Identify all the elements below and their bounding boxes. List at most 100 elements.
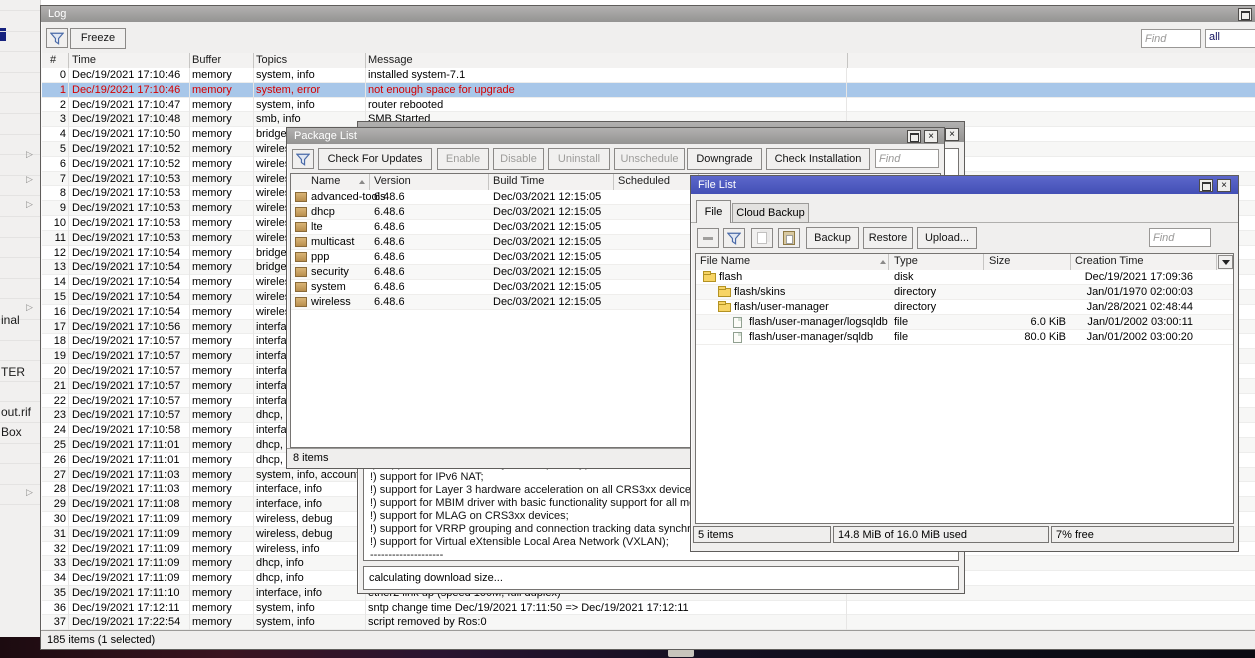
disable-button[interactable]: Disable — [493, 148, 544, 170]
column-header-topics[interactable]: Topics — [256, 54, 287, 66]
menu-item[interactable]: Box — [1, 425, 22, 439]
log-cell-time: Dec/19/2021 17:10:58 — [72, 423, 180, 437]
check-installation-button[interactable]: Check Installation — [766, 148, 870, 170]
column-header-message[interactable]: Message — [368, 54, 413, 66]
menu-item[interactable]: inal — [1, 313, 20, 327]
log-row[interactable]: 37Dec/19/2021 17:22:54memorysystem, info… — [42, 615, 1255, 630]
package-filter-button[interactable] — [292, 149, 314, 169]
column-header-type[interactable]: Type — [894, 255, 918, 267]
submenu-arrow-icon: ▷ — [26, 150, 33, 159]
column-header-scheduled[interactable]: Scheduled — [618, 175, 670, 187]
log-cell-time: Dec/19/2021 17:11:01 — [72, 453, 179, 467]
close-icon[interactable]: × — [945, 128, 959, 141]
package-box-icon — [295, 252, 307, 262]
log-cell-num: 15 — [44, 290, 66, 304]
column-header-version[interactable]: Version — [374, 175, 411, 187]
menu-separator — [0, 278, 40, 279]
file-find-input[interactable] — [1149, 228, 1211, 247]
tab-cloud-backup[interactable]: Cloud Backup — [732, 203, 809, 223]
package-buildtime: Dec/03/2021 12:15:05 — [493, 190, 601, 204]
log-cell-buffer: memory — [192, 320, 232, 334]
menu-item[interactable]: TER — [1, 365, 25, 379]
log-cell-buffer: memory — [192, 468, 232, 482]
column-header-name[interactable]: Name — [311, 175, 340, 187]
log-cell-num: 7 — [44, 172, 66, 186]
log-row[interactable]: 0Dec/19/2021 17:10:46memorysystem, infoi… — [42, 68, 1255, 83]
changelog-line: !) support for MLAG on CRS3xx devices; — [370, 510, 569, 522]
copy-button[interactable] — [751, 228, 773, 248]
package-box-icon — [295, 267, 307, 277]
restore-button[interactable]: Restore — [863, 227, 913, 249]
log-cell-buffer: memory — [192, 527, 232, 541]
log-titlebar[interactable]: Log — [41, 6, 1255, 22]
backup-button[interactable]: Backup — [806, 227, 859, 249]
file-name: flash/skins — [734, 285, 785, 299]
file-row[interactable]: flash/user-manager/logsqldbfile6.0 KiBJa… — [696, 315, 1233, 330]
menu-separator — [0, 298, 40, 299]
file-titlebar[interactable]: File List × — [691, 176, 1238, 194]
upload-button[interactable]: Upload... — [917, 227, 977, 249]
package-version: 6.48.6 — [374, 190, 405, 204]
column-header-num[interactable]: # — [50, 54, 56, 66]
log-cell-time: Dec/19/2021 17:10:53 — [72, 216, 180, 230]
submenu-arrow-icon: ▷ — [26, 488, 33, 497]
dock-item[interactable] — [668, 649, 694, 657]
column-header-buildtime[interactable]: Build Time — [493, 175, 544, 187]
package-titlebar[interactable]: Package List × — [287, 128, 944, 144]
package-buildtime: Dec/03/2021 12:15:05 — [493, 265, 601, 279]
delete-button[interactable] — [697, 228, 719, 248]
log-cell-topics: system, error — [256, 83, 320, 97]
log-cell-num: 0 — [44, 68, 66, 82]
close-icon[interactable]: × — [1217, 179, 1231, 192]
package-find-input[interactable] — [875, 149, 939, 168]
menu-item[interactable]: out.rif — [1, 405, 31, 419]
log-row[interactable]: 36Dec/19/2021 17:12:11memorysystem, info… — [42, 601, 1255, 616]
column-header-buffer[interactable]: Buffer — [192, 54, 221, 66]
menu-separator — [0, 10, 40, 11]
uninstall-button[interactable]: Uninstall — [548, 148, 610, 170]
file-row[interactable]: flash/skinsdirectoryJan/01/1970 02:00:03 — [696, 285, 1233, 300]
column-header-filename[interactable]: File Name — [700, 255, 750, 267]
column-select-button[interactable] — [1218, 255, 1233, 269]
unschedule-button[interactable]: Unschedule — [614, 148, 685, 170]
log-cell-topics: wireless, info — [256, 542, 320, 556]
file-table: File Name Type Size Creation Time flashd… — [695, 253, 1234, 524]
log-cell-buffer: memory — [192, 615, 232, 629]
package-buildtime: Dec/03/2021 12:15:05 — [493, 250, 601, 264]
package-version: 6.48.6 — [374, 220, 405, 234]
downgrade-button[interactable]: Downgrade — [687, 148, 762, 170]
file-row[interactable]: flash/user-managerdirectoryJan/28/2021 0… — [696, 300, 1233, 315]
restore-icon[interactable] — [1238, 8, 1252, 21]
package-name: lte — [311, 220, 323, 234]
log-filter-button[interactable] — [46, 28, 68, 48]
log-cell-num: 13 — [44, 260, 66, 274]
close-icon[interactable]: × — [924, 130, 938, 143]
freeze-button[interactable]: Freeze — [70, 28, 126, 49]
file-filter-button[interactable] — [723, 228, 745, 248]
maximize-icon[interactable] — [1199, 179, 1213, 192]
file-type: file — [894, 315, 908, 329]
log-find-input[interactable] — [1141, 29, 1201, 48]
menu-separator — [0, 401, 40, 402]
submenu-arrow-icon: ▷ — [26, 200, 33, 209]
log-cell-time: Dec/19/2021 17:11:09 — [72, 512, 179, 526]
log-scope-select[interactable]: all — [1205, 29, 1255, 48]
log-row[interactable]: 1Dec/19/2021 17:10:46memorysystem, error… — [42, 83, 1255, 98]
check-for-updates-button[interactable]: Check For Updates — [318, 148, 432, 170]
maximize-icon[interactable] — [907, 130, 921, 143]
log-cell-time: Dec/19/2021 17:11:09 — [72, 571, 179, 585]
column-header-creation[interactable]: Creation Time — [1075, 255, 1143, 267]
menu-item-icon — [0, 28, 6, 41]
paste-button[interactable] — [778, 228, 800, 248]
submenu-arrow-icon: ▷ — [26, 175, 33, 184]
column-header-size[interactable]: Size — [989, 255, 1010, 267]
menu-separator — [0, 237, 40, 238]
column-header-time[interactable]: Time — [72, 54, 96, 66]
log-cell-time: Dec/19/2021 17:10:57 — [72, 394, 180, 408]
log-row[interactable]: 2Dec/19/2021 17:10:47memorysystem, infor… — [42, 98, 1255, 113]
log-cell-message: sntp change time Dec/19/2021 17:11:50 =>… — [368, 601, 689, 615]
file-row[interactable]: flash/user-manager/sqldbfile80.0 KiBJan/… — [696, 330, 1233, 345]
tab-file[interactable]: File — [696, 200, 731, 223]
file-row[interactable]: flashdiskDec/19/2021 17:09:36 — [696, 270, 1233, 285]
enable-button[interactable]: Enable — [437, 148, 489, 170]
